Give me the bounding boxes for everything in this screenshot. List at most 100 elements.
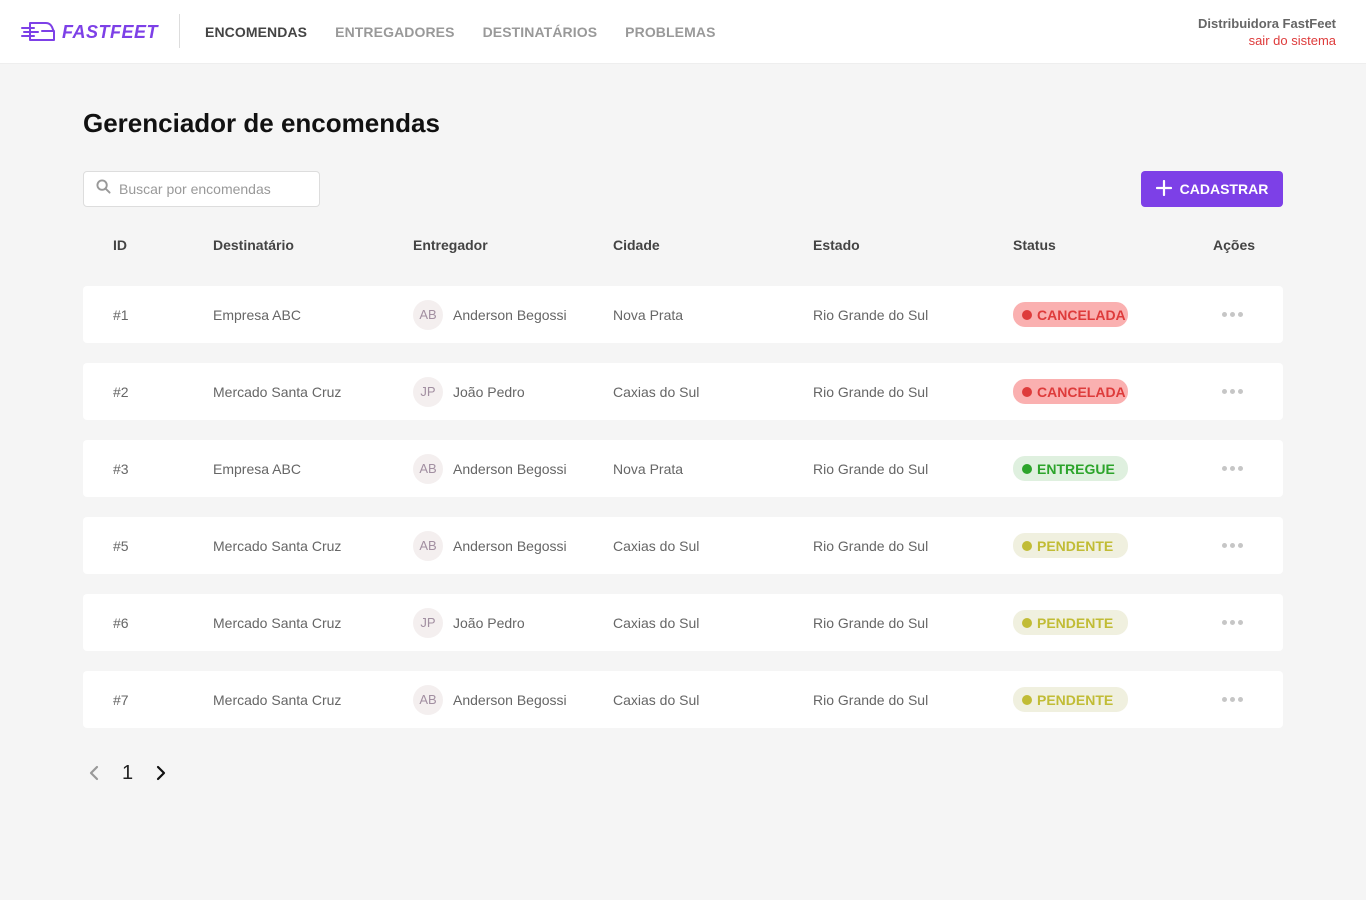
cell-id: #5 — [113, 537, 129, 554]
cell-id: #1 — [113, 306, 129, 323]
page-number[interactable]: 1 — [122, 762, 133, 785]
more-horizontal-icon[interactable] — [1212, 536, 1252, 556]
pagination: 1 — [88, 760, 167, 786]
avatar: AB — [413, 299, 443, 330]
courier-name: Anderson Begossi — [453, 691, 567, 708]
column-header-city: Cidade — [613, 237, 660, 253]
cell-id: #6 — [113, 614, 129, 631]
column-header-state: Estado — [813, 237, 860, 253]
courier-name: Anderson Begossi — [453, 306, 567, 323]
nav-item-problemas[interactable]: PROBLEMAS — [625, 24, 715, 40]
logo[interactable]: FASTFEET — [20, 16, 158, 48]
cell-recipient: Mercado Santa Cruz — [213, 614, 342, 631]
cell-city: Caxias do Sul — [613, 383, 700, 400]
cell-actions — [1213, 286, 1252, 343]
nav-item-destinatarios[interactable]: DESTINATÁRIOS — [483, 24, 598, 40]
cell-recipient: Empresa ABC — [213, 460, 301, 477]
table-row: #6 Mercado Santa Cruz JP João Pedro Caxi… — [83, 594, 1283, 651]
cell-status: ENTREGUE — [1013, 440, 1128, 497]
column-header-id: ID — [113, 237, 127, 253]
top-header: FASTFEET ENCOMENDAS ENTREGADORES DESTINA… — [0, 0, 1366, 64]
cell-actions — [1213, 671, 1252, 728]
avatar: JP — [413, 607, 443, 638]
cell-recipient: Mercado Santa Cruz — [213, 691, 342, 708]
status-dot — [1022, 540, 1032, 551]
table-row: #2 Mercado Santa Cruz JP João Pedro Caxi… — [83, 363, 1283, 420]
add-order-label: CADASTRAR — [1179, 181, 1269, 197]
cell-courier: JP João Pedro — [413, 594, 525, 651]
column-header-actions: Ações — [1213, 237, 1256, 253]
column-header-courier: Entregador — [413, 237, 488, 253]
cell-recipient: Empresa ABC — [213, 306, 301, 323]
status-dot — [1022, 463, 1032, 474]
cell-actions — [1213, 594, 1252, 651]
status-label: CANCELADA — [1037, 306, 1126, 323]
cell-city: Nova Prata — [613, 460, 684, 477]
main-nav: ENCOMENDAS ENTREGADORES DESTINATÁRIOS PR… — [205, 0, 716, 64]
truck-speed-icon — [20, 19, 56, 45]
add-order-button[interactable]: CADASTRAR — [1141, 171, 1283, 207]
more-horizontal-icon[interactable] — [1212, 459, 1252, 479]
more-horizontal-icon[interactable] — [1212, 382, 1252, 402]
status-badge: CANCELADA — [1013, 379, 1128, 404]
search-box[interactable] — [83, 171, 320, 207]
cell-state: Rio Grande do Sul — [813, 460, 929, 477]
cell-courier: AB Anderson Begossi — [413, 671, 567, 728]
cell-courier: AB Anderson Begossi — [413, 286, 567, 343]
table-row: #5 Mercado Santa Cruz AB Anderson Begoss… — [83, 517, 1283, 574]
cell-city: Caxias do Sul — [613, 537, 700, 554]
cell-city: Nova Prata — [613, 306, 684, 323]
status-badge: PENDENTE — [1013, 687, 1128, 712]
user-name: Distribuidora FastFeet — [1198, 16, 1336, 31]
cell-status: PENDENTE — [1013, 517, 1128, 574]
status-dot — [1022, 309, 1032, 320]
cell-actions — [1213, 440, 1252, 497]
nav-item-entregadores[interactable]: ENTREGADORES — [335, 24, 454, 40]
table-row: #7 Mercado Santa Cruz AB Anderson Begoss… — [83, 671, 1283, 728]
chevron-right-icon[interactable] — [155, 765, 167, 781]
status-dot — [1022, 386, 1032, 397]
logo-text: FASTFEET — [62, 21, 159, 42]
status-label: PENDENTE — [1037, 614, 1114, 631]
cell-recipient: Mercado Santa Cruz — [213, 537, 342, 554]
cell-id: #3 — [113, 460, 129, 477]
status-label: CANCELADA — [1037, 383, 1126, 400]
avatar: JP — [413, 376, 443, 407]
plus-icon — [1155, 179, 1172, 199]
more-horizontal-icon[interactable] — [1212, 305, 1252, 325]
cell-state: Rio Grande do Sul — [813, 614, 929, 631]
nav-item-encomendas[interactable]: ENCOMENDAS — [205, 24, 307, 40]
more-horizontal-icon[interactable] — [1212, 613, 1252, 633]
orders-table: #1 Empresa ABC AB Anderson Begossi Nova … — [83, 286, 1283, 748]
cell-city: Caxias do Sul — [613, 614, 700, 631]
chevron-left-icon[interactable] — [88, 765, 100, 781]
table-row: #1 Empresa ABC AB Anderson Begossi Nova … — [83, 286, 1283, 343]
logout-link[interactable]: sair do sistema — [1198, 32, 1336, 49]
cell-state: Rio Grande do Sul — [813, 537, 929, 554]
cell-status: PENDENTE — [1013, 671, 1128, 728]
status-dot — [1022, 694, 1032, 705]
column-header-recipient: Destinatário — [213, 237, 294, 253]
avatar: AB — [413, 684, 443, 715]
cell-courier: AB Anderson Begossi — [413, 440, 567, 497]
status-badge: CANCELADA — [1013, 302, 1128, 327]
cell-actions — [1213, 517, 1252, 574]
cell-actions — [1213, 363, 1252, 420]
search-input[interactable] — [119, 181, 309, 197]
cell-state: Rio Grande do Sul — [813, 383, 929, 400]
courier-name: João Pedro — [453, 614, 525, 631]
table-row: #3 Empresa ABC AB Anderson Begossi Nova … — [83, 440, 1283, 497]
search-icon — [96, 179, 111, 199]
cell-courier: JP João Pedro — [413, 363, 525, 420]
status-badge: PENDENTE — [1013, 533, 1128, 558]
status-dot — [1022, 617, 1032, 628]
cell-state: Rio Grande do Sul — [813, 306, 929, 323]
column-header-status: Status — [1013, 237, 1056, 253]
status-badge: PENDENTE — [1013, 610, 1128, 635]
cell-recipient: Mercado Santa Cruz — [213, 383, 342, 400]
courier-name: Anderson Begossi — [453, 537, 567, 554]
courier-name: João Pedro — [453, 383, 525, 400]
more-horizontal-icon[interactable] — [1212, 690, 1252, 710]
avatar: AB — [413, 530, 443, 561]
cell-status: PENDENTE — [1013, 594, 1128, 651]
